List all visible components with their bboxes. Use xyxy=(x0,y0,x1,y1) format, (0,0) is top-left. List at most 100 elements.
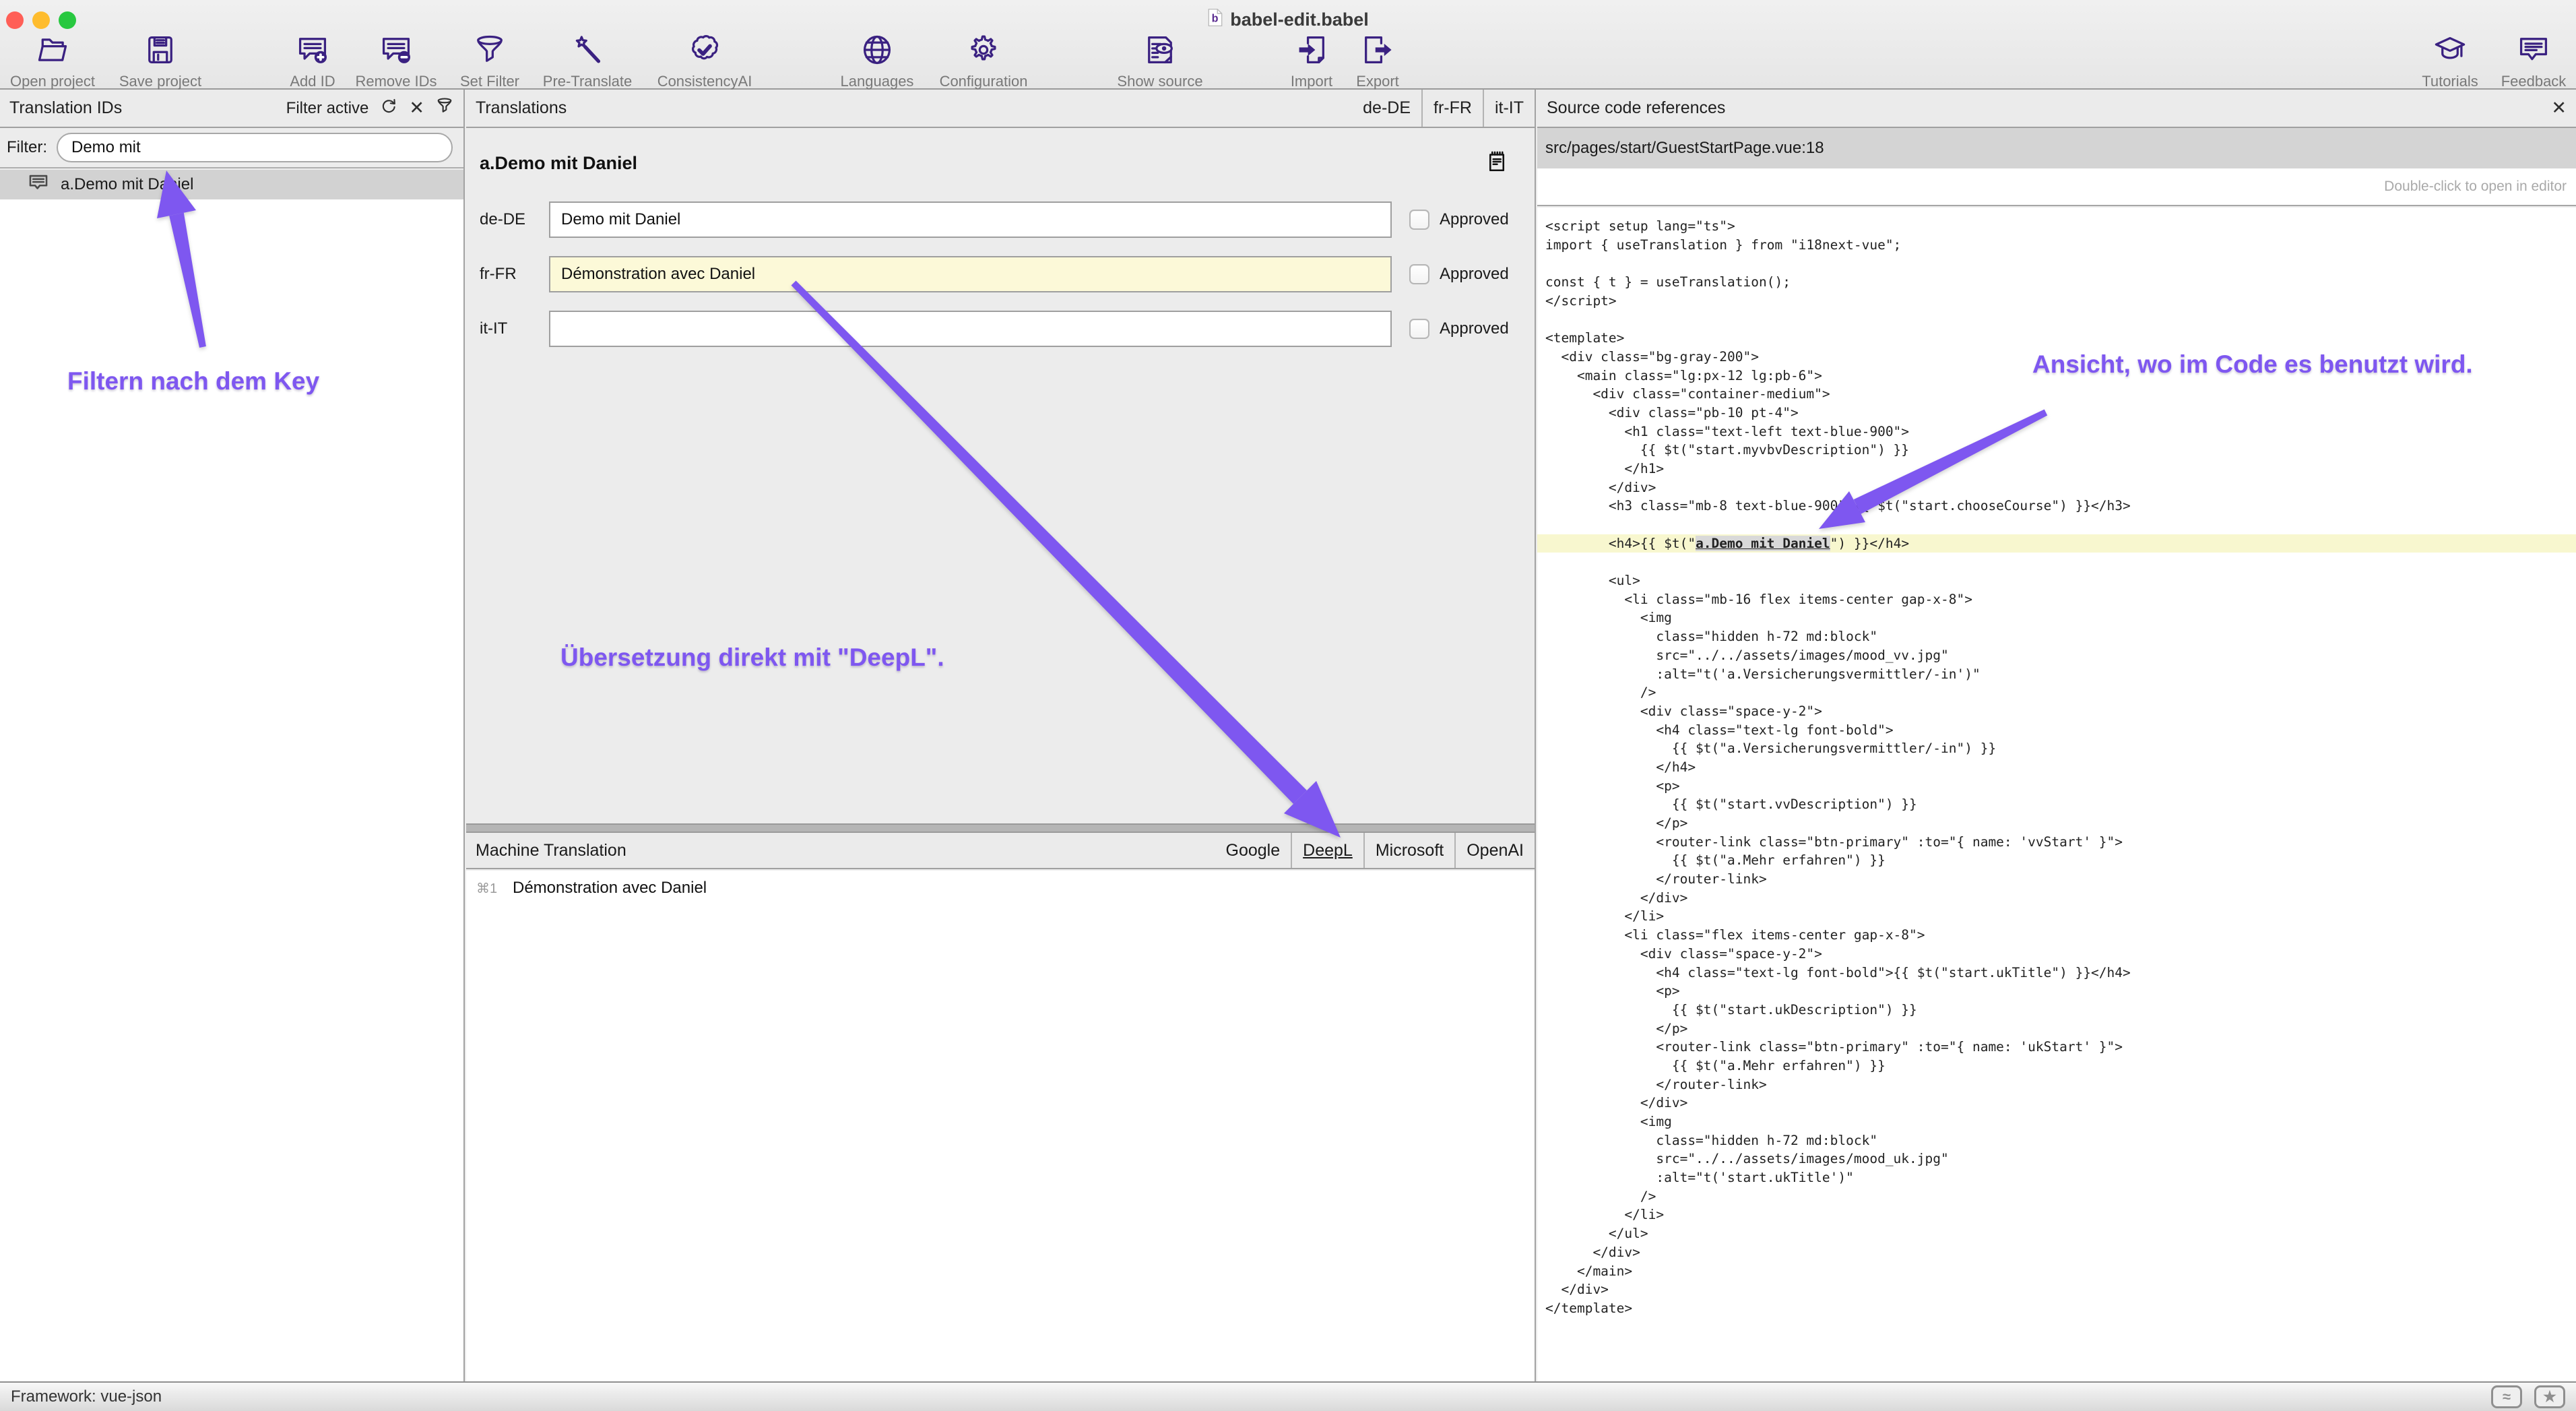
code-line xyxy=(1545,515,2576,534)
comment-plus-icon xyxy=(295,32,330,71)
code-line: /> xyxy=(1545,683,2576,702)
mt-suggestion-text: Démonstration avec Daniel xyxy=(513,879,707,898)
panel-splitter[interactable] xyxy=(466,823,1535,833)
window-title: b babel-edit.babel xyxy=(0,8,2576,32)
toolbar-label: Export xyxy=(1356,73,1399,90)
approved-label: Approved xyxy=(1440,265,1509,284)
filter-funnel-icon[interactable] xyxy=(435,96,454,120)
highlighted-translation-key: a.Demo mit Daniel xyxy=(1696,536,1830,551)
provider-tab-microsoft[interactable]: Microsoft xyxy=(1363,833,1454,868)
toolbar-label: ConsistencyAI xyxy=(657,73,752,90)
wand-icon xyxy=(570,32,605,71)
filter-input[interactable] xyxy=(57,133,453,162)
gear-icon xyxy=(966,32,1001,71)
toolbar-consistency-ai-button[interactable]: ConsistencyAI xyxy=(641,32,769,90)
translation-id-label: a.Demo mit Daniel xyxy=(61,175,193,194)
toolbar-export-button[interactable]: Export xyxy=(1314,32,1442,90)
code-line: /> xyxy=(1545,1187,2576,1206)
translation-ids-title: Translation IDs xyxy=(9,98,122,118)
code-line: </router-link> xyxy=(1545,870,2576,889)
toolbar-save-project-button[interactable]: Save project xyxy=(96,32,224,90)
code-line: <h4 class="text-lg font-bold">{{ $t("sta… xyxy=(1545,964,2576,982)
provider-tab-openai[interactable]: OpenAI xyxy=(1454,833,1535,868)
code-line: <p> xyxy=(1545,777,2576,796)
code-line: {{ $t("start.ukDescription") }} xyxy=(1545,1001,2576,1020)
language-tabs: de-DEfr-FRit-IT xyxy=(1352,90,1535,127)
code-line: <script setup lang="ts"> xyxy=(1545,217,2576,236)
toolbar-label: Pre-Translate xyxy=(543,73,632,90)
code-line: </ul> xyxy=(1545,1224,2576,1243)
mt-suggestion-row[interactable]: ⌘1 Démonstration avec Daniel xyxy=(466,871,1535,898)
provider-tab-deepl[interactable]: DeepL xyxy=(1291,833,1363,868)
translation-ids-header: Translation IDs Filter active ✕ xyxy=(0,90,463,128)
provider-tab-google[interactable]: Google xyxy=(1215,833,1291,868)
toolbar-feedback-button[interactable]: Feedback xyxy=(2470,32,2576,90)
source-references-title: Source code references xyxy=(1547,98,1725,118)
language-tab-fr-FR[interactable]: fr-FR xyxy=(1421,90,1483,127)
provider-tabs: GoogleDeepLMicrosoftOpenAI xyxy=(1215,833,1535,868)
star-bubble-icon[interactable]: ★ xyxy=(2534,1385,2565,1408)
language-tab-it-IT[interactable]: it-IT xyxy=(1483,90,1535,127)
code-line: <ul> xyxy=(1545,571,2576,590)
code-line: class="hidden h-72 md:block" xyxy=(1545,627,2576,646)
code-line: :alt="t('start.ukTitle')" xyxy=(1545,1168,2576,1187)
source-reference-item[interactable]: src/pages/start/GuestStartPage.vue:18 xyxy=(1537,128,2576,168)
code-line: </router-link> xyxy=(1545,1075,2576,1094)
language-tab-de-DE[interactable]: de-DE xyxy=(1352,90,1421,127)
waves-bubble-icon[interactable]: ≈ xyxy=(2491,1385,2522,1408)
language-label: de-DE xyxy=(480,210,536,229)
code-line: <img xyxy=(1545,1112,2576,1131)
clear-filter-icon[interactable]: ✕ xyxy=(409,99,424,117)
code-line: <h1 class="text-left text-blue-900"> xyxy=(1545,422,2576,441)
code-line: {{ $t("a.Mehr erfahren") }} xyxy=(1545,851,2576,870)
code-line: import { useTranslation } from "i18next-… xyxy=(1545,236,2576,255)
approved-checkbox-de-DE[interactable] xyxy=(1409,210,1429,230)
grad-cap-icon xyxy=(2433,32,2468,71)
toolbar-label: Set Filter xyxy=(460,73,519,90)
babel-file-icon: b xyxy=(1207,8,1223,32)
doc-eye-icon xyxy=(1142,32,1178,71)
translation-id-item[interactable]: a.Demo mit Daniel xyxy=(0,170,463,199)
status-icons: ≈★ xyxy=(2491,1385,2565,1408)
toolbar-configuration-button[interactable]: Configuration xyxy=(920,32,1048,90)
floppy-icon xyxy=(143,32,178,71)
approved-checkbox-fr-FR[interactable] xyxy=(1409,264,1429,284)
translation-input-it-IT[interactable] xyxy=(549,311,1392,347)
window-chrome: b babel-edit.babel Open projectSave proj… xyxy=(0,0,2576,90)
code-line: <div class="pb-10 pt-4"> xyxy=(1545,404,2576,422)
code-line: </template> xyxy=(1545,1299,2576,1318)
code-line: <h4>{{ $t("a.Demo mit Daniel") }}</h4> xyxy=(1537,534,2576,553)
close-panel-icon[interactable]: ✕ xyxy=(2551,99,2567,117)
translation-row-it-IT: it-ITApproved xyxy=(480,311,1535,347)
code-listing: <script setup lang="ts">import { useTran… xyxy=(1537,208,2576,1381)
code-line: </div> xyxy=(1545,1280,2576,1299)
notepad-icon[interactable] xyxy=(1485,150,1509,177)
code-line: <template> xyxy=(1545,329,2576,348)
filter-row: Filter: xyxy=(0,128,463,168)
code-line: class="hidden h-72 md:block" xyxy=(1545,1131,2576,1150)
code-line: src="../../assets/images/mood_uk.jpg" xyxy=(1545,1150,2576,1168)
code-line: </h1> xyxy=(1545,460,2576,478)
toolbar-pre-translate-button[interactable]: Pre-Translate xyxy=(523,32,651,90)
approved-label: Approved xyxy=(1440,319,1509,338)
code-line: </div> xyxy=(1545,889,2576,908)
translation-ids-panel: Translation IDs Filter active ✕ Filter: … xyxy=(0,90,465,1381)
code-line: </main> xyxy=(1545,1262,2576,1281)
code-line: <p> xyxy=(1545,982,2576,1001)
translation-input-fr-FR[interactable] xyxy=(549,256,1392,292)
code-line xyxy=(1545,553,2576,571)
machine-translation-header: Machine Translation GoogleDeepLMicrosoft… xyxy=(466,833,1535,869)
toolbar-label: Open project xyxy=(10,73,95,90)
annotation-code-note: Ansicht, wo im Code es benutzt wird. xyxy=(2032,350,2473,379)
code-line: {{ $t("start.myvbvDescription") }} xyxy=(1545,441,2576,460)
toolbar-label: Show source xyxy=(1117,73,1202,90)
mt-shortcut: ⌘1 xyxy=(476,880,513,897)
code-line: </h4> xyxy=(1545,758,2576,777)
code-line: <li class="flex items-center gap-x-8"> xyxy=(1545,926,2576,945)
approved-checkbox-it-IT[interactable] xyxy=(1409,319,1429,339)
translation-row-de-DE: de-DEApproved xyxy=(480,201,1535,238)
code-line: </p> xyxy=(1545,1020,2576,1038)
toolbar-show-source-button[interactable]: Show source xyxy=(1096,32,1224,90)
translation-input-de-DE[interactable] xyxy=(549,201,1392,238)
refresh-filter-icon[interactable] xyxy=(379,96,398,120)
